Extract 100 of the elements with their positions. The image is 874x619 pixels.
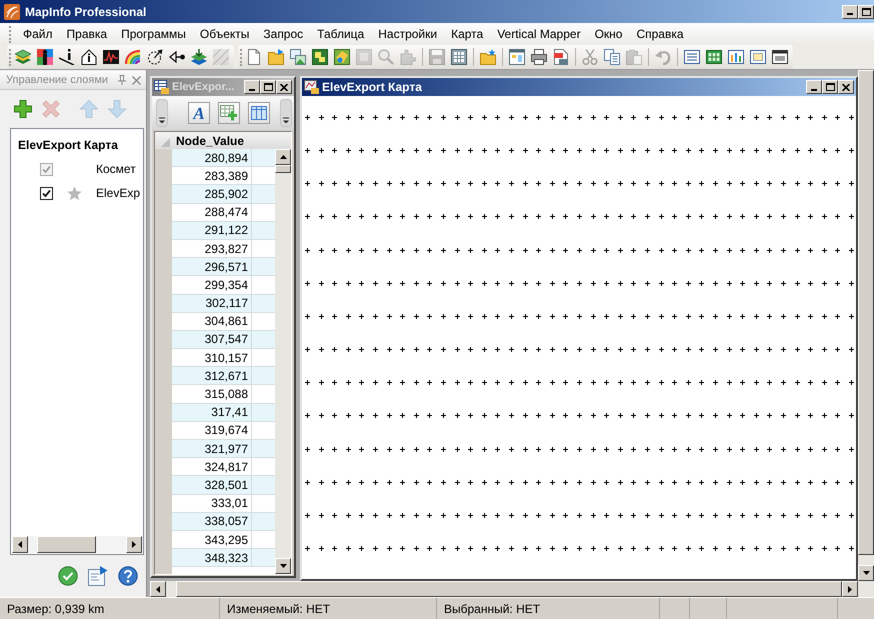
page-icon[interactable] xyxy=(246,49,262,65)
menu-item[interactable]: Таблица xyxy=(310,23,372,45)
table-row[interactable]: 293,827 xyxy=(172,240,275,258)
checkbox[interactable] xyxy=(40,186,53,200)
table-row[interactable]: 338,057 xyxy=(172,512,275,531)
printer-icon[interactable] xyxy=(531,49,547,65)
table-row[interactable]: 321,977 xyxy=(172,440,275,458)
menu-item[interactable]: Программы xyxy=(114,23,193,45)
table-window-icon[interactable] xyxy=(706,49,722,65)
arrow-icon[interactable] xyxy=(169,49,185,65)
bar-chart-icon[interactable] xyxy=(728,49,744,65)
caret-right-icon xyxy=(848,586,852,592)
menu-item[interactable]: Настройки xyxy=(371,23,444,45)
table-row[interactable]: 296,571 xyxy=(172,258,275,276)
table-row[interactable]: 288,474 xyxy=(172,204,275,222)
layer-name[interactable]: ElevExp xyxy=(96,184,140,202)
table-row[interactable]: 310,157 xyxy=(172,349,275,368)
copy-icon[interactable] xyxy=(604,49,620,65)
menu-item[interactable]: Справка xyxy=(629,23,691,45)
scroll-down-button[interactable] xyxy=(275,558,291,574)
table-cell: 324,817 xyxy=(172,458,252,476)
minimize-button[interactable] xyxy=(842,4,858,18)
minimize-icon xyxy=(249,88,255,90)
scroll-thumb[interactable] xyxy=(275,165,291,173)
scroll-up-button[interactable] xyxy=(275,149,291,165)
table-row[interactable]: 285,902 xyxy=(172,185,275,204)
table-row[interactable]: 319,674 xyxy=(172,422,275,440)
maximize-button[interactable] xyxy=(260,80,276,94)
scroll-left-button[interactable] xyxy=(12,536,28,553)
tool-button[interactable] xyxy=(218,102,240,124)
scroll-thumb[interactable] xyxy=(37,536,96,553)
menu-item[interactable]: Файл xyxy=(16,23,60,45)
table-row[interactable]: 317,41 xyxy=(172,404,275,422)
table-row[interactable]: 291,122 xyxy=(172,222,275,240)
grip-icon[interactable] xyxy=(240,48,243,66)
plus-icon[interactable] xyxy=(13,99,33,119)
minimize-button[interactable] xyxy=(244,80,260,94)
map-icon[interactable] xyxy=(312,49,328,65)
maximize-button[interactable] xyxy=(858,4,874,18)
close-icon[interactable] xyxy=(132,76,141,84)
floppy-grid-icon[interactable] xyxy=(451,49,467,65)
window-icon[interactable] xyxy=(772,49,788,65)
help-icon[interactable] xyxy=(118,566,138,586)
folder-star-icon[interactable] xyxy=(480,49,496,65)
table-row[interactable]: 343,295 xyxy=(172,530,275,550)
table-row[interactable]: 312,671 xyxy=(172,367,275,386)
tool-button[interactable]: A xyxy=(188,102,210,124)
window-title: ElevExport Карта xyxy=(322,79,422,96)
pictures-icon[interactable] xyxy=(290,49,306,65)
menu-item[interactable]: Окно xyxy=(588,23,630,45)
table-row[interactable]: 304,861 xyxy=(172,312,275,331)
scroll-right-button[interactable] xyxy=(842,581,858,597)
close-button[interactable] xyxy=(276,80,292,94)
table-row[interactable]: 315,088 xyxy=(172,385,275,404)
tool-button[interactable] xyxy=(248,102,270,124)
minimize-button[interactable] xyxy=(806,80,822,94)
caret-up-icon xyxy=(280,155,286,159)
table-row[interactable]: 280,894 xyxy=(172,149,275,168)
menu-item[interactable]: Запрос xyxy=(256,23,310,45)
table-cell: 343,295 xyxy=(172,530,252,548)
tiles-info-icon[interactable] xyxy=(37,49,53,65)
table-row[interactable]: 299,354 xyxy=(172,276,275,294)
layers-icon[interactable] xyxy=(15,49,31,65)
map-icon[interactable] xyxy=(334,49,350,65)
toolbar-grip-icon[interactable] xyxy=(156,99,168,127)
maximize-icon xyxy=(826,83,834,91)
list-window-icon[interactable] xyxy=(684,49,700,65)
table-row[interactable]: 324,817 xyxy=(172,458,275,476)
table-row[interactable]: 348,323 xyxy=(172,549,275,568)
line-graph-icon[interactable] xyxy=(103,49,119,65)
minimize-icon xyxy=(811,88,817,90)
document-icon[interactable] xyxy=(553,49,569,65)
layer-arrow-icon[interactable] xyxy=(191,49,207,65)
layout-icon[interactable] xyxy=(750,49,766,65)
house-info-icon[interactable] xyxy=(81,49,97,65)
table-row[interactable]: 307,547 xyxy=(172,330,275,350)
line-info-icon[interactable] xyxy=(59,49,75,65)
grip-icon[interactable] xyxy=(9,26,12,42)
scroll-down-button[interactable] xyxy=(858,565,874,581)
table-row[interactable]: 283,389 xyxy=(172,167,275,186)
rainbow-icon[interactable] xyxy=(125,49,141,65)
maximize-button[interactable] xyxy=(822,80,838,94)
scroll-right-button[interactable] xyxy=(126,536,142,553)
window-icon[interactable] xyxy=(509,49,525,65)
menu-item[interactable]: Объекты xyxy=(192,23,256,45)
table-row[interactable]: 302,117 xyxy=(172,294,275,313)
menu-item[interactable]: Карта xyxy=(444,23,490,45)
check-circle-icon[interactable] xyxy=(58,566,78,586)
status-text: Размер: 0,939 km xyxy=(7,600,104,618)
toolbar-grip-icon[interactable] xyxy=(280,99,292,127)
table-row[interactable]: 333,01 xyxy=(172,494,275,513)
grip-icon[interactable] xyxy=(9,48,12,66)
scroll-left-button[interactable] xyxy=(150,581,166,597)
menu-item[interactable]: Правка xyxy=(60,23,114,45)
table-row[interactable]: 328,501 xyxy=(172,476,275,495)
close-button[interactable] xyxy=(838,80,854,94)
folder-arrow-icon[interactable] xyxy=(268,49,284,65)
menu-item[interactable]: Vertical Mapper xyxy=(490,23,588,45)
close-icon xyxy=(842,84,850,90)
pin-icon[interactable] xyxy=(118,75,126,85)
